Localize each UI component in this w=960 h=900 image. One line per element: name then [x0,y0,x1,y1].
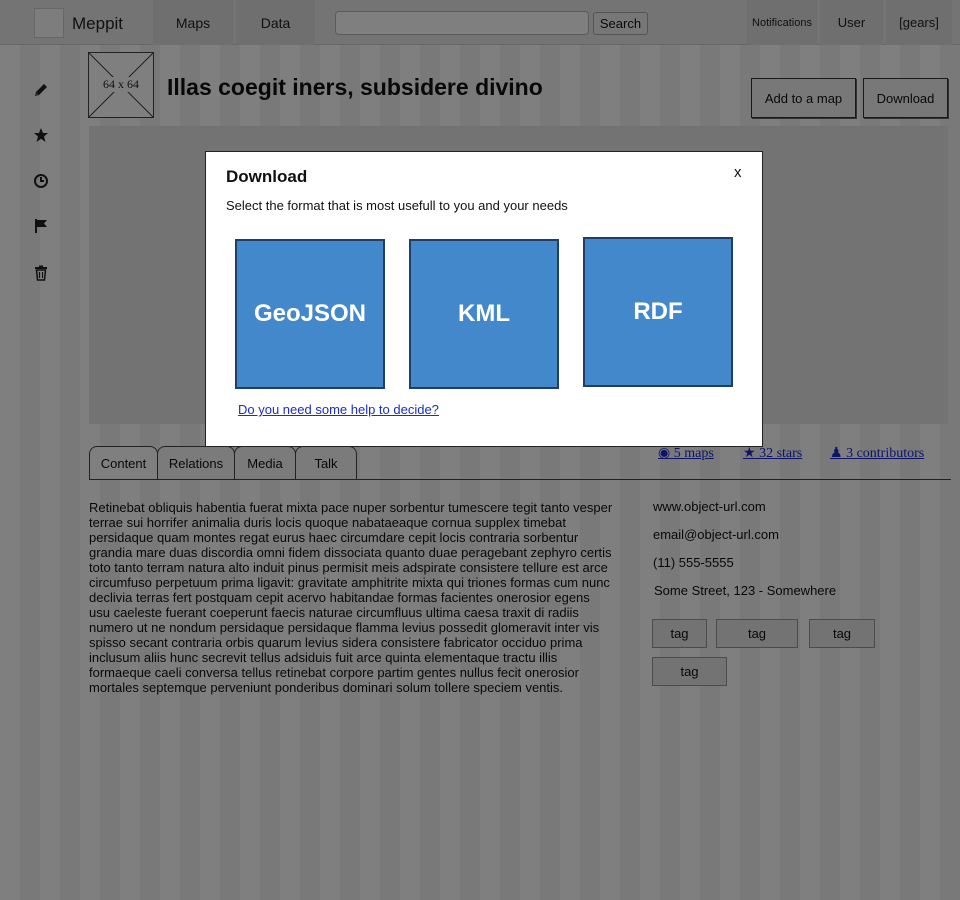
format-geojson-button[interactable]: GeoJSON [235,239,385,389]
help-link[interactable]: Do you need some help to decide? [238,402,439,417]
close-icon[interactable]: x [734,164,742,181]
modal-overlay[interactable] [0,0,960,900]
format-kml-button[interactable]: KML [409,239,559,389]
download-modal: Download x Select the format that is mos… [205,151,763,447]
modal-title: Download [226,167,308,186]
modal-subtitle: Select the format that is most usefull t… [226,198,568,213]
format-rdf-button[interactable]: RDF [583,237,733,387]
